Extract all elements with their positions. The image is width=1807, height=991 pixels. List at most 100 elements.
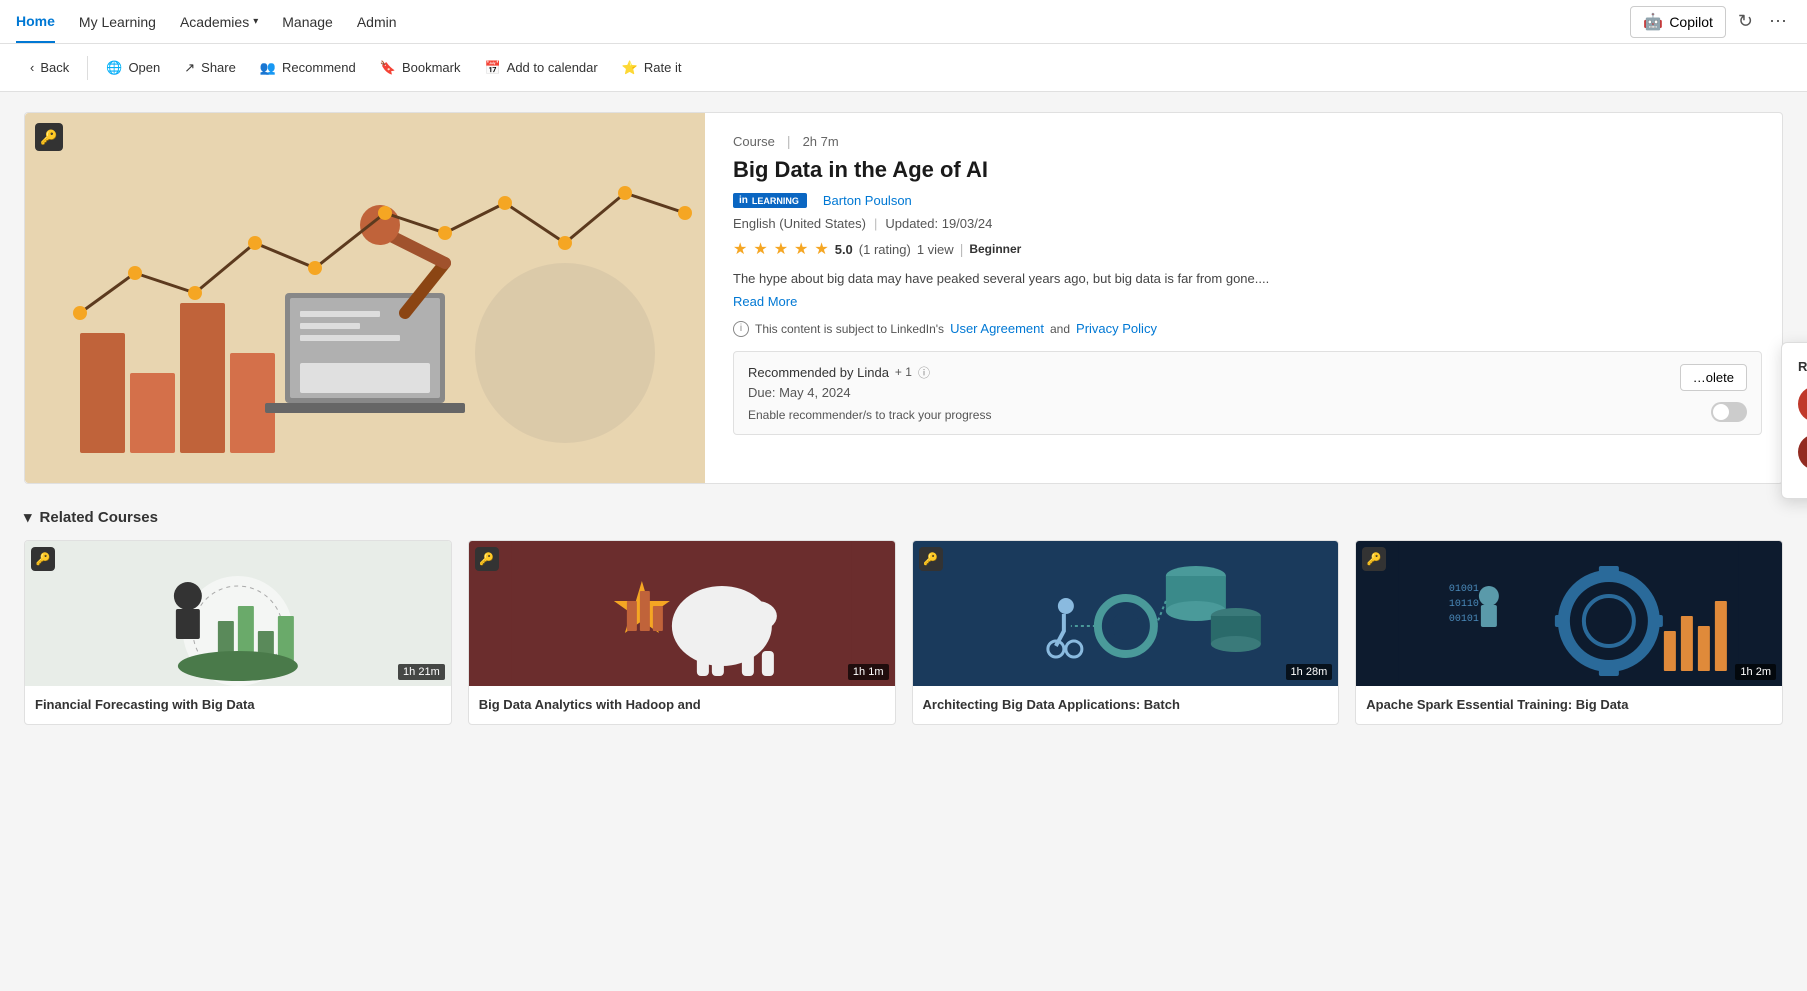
back-icon: ‹ [30,60,34,75]
key-badge: 🔑 [35,123,63,151]
card-duration-1: 1h 21m [398,664,445,680]
rec-plus-count: + 1 [895,365,912,379]
share-button[interactable]: ↗ Share [174,54,246,82]
related-courses-title: Related Courses [40,509,158,526]
svg-text:10110: 10110 [1449,599,1479,610]
rec-person-shubham: SA Shubham Due: Apr 26, 2024 [1798,434,1807,470]
info-icon: i [733,321,749,337]
card-title-3: Architecting Big Data Applications: Batc… [923,696,1329,714]
enable-tracking-text: Enable recommender/s to track your progr… [748,408,991,422]
rating-count: (1 rating) [859,242,911,257]
card-key-badge-1: 🔑 [31,547,55,571]
star-icon: ⭐ [622,60,638,76]
nav-right-actions: 🤖 Copilot ↻ ⋯ [1630,6,1791,38]
course-title: Big Data in the Age of AI [733,157,1762,183]
card-illustration-2 [469,541,895,686]
related-courses-header[interactable]: ▾ Related Courses [24,508,1783,526]
avatar-shubham: SA [1798,434,1807,470]
popup-title: Recommended by [1798,359,1807,374]
read-more-link[interactable]: Read More [733,294,797,309]
main-content: 🔑 [0,92,1807,745]
avatar-linda: LS [1798,386,1807,422]
agreement-text: This content is subject to LinkedIn's [755,322,944,336]
copilot-icon: 🤖 [1643,12,1663,32]
rating-score: 5.0 [835,242,853,257]
related-course-card-3[interactable]: 🔑 1h 28m Architecting Big Data Applicati… [912,540,1340,725]
mark-complete-button[interactable]: …olete [1680,364,1747,391]
star-1: ★ [733,239,747,259]
bookmark-icon: 🔖 [380,60,396,76]
course-info-panel: Course | 2h 7m Big Data in the Age of AI… [729,113,1782,483]
nav-manage[interactable]: Manage [282,2,333,42]
view-count: 1 view [917,242,954,257]
related-courses-section: ▾ Related Courses [24,508,1783,725]
rate-button[interactable]: ⭐ Rate it [612,54,692,82]
author-link[interactable]: Barton Poulson [823,193,912,208]
card-key-badge-3: 🔑 [919,547,943,571]
agreement-row: i This content is subject to LinkedIn's … [733,321,1762,337]
globe-icon: 🌐 [106,60,122,76]
card-illustration-1 [25,541,451,686]
privacy-policy-link[interactable]: Privacy Policy [1076,321,1157,336]
course-duration: 2h 7m [803,134,839,149]
sep: | [960,241,964,257]
card-thumb-4: 01001 10110 00101 🔑 1h 2m [1356,541,1782,686]
due-date: Due: May 4, 2024 [748,385,1747,400]
calendar-button[interactable]: 📅 Add to calendar [474,54,607,82]
svg-text:01001: 01001 [1449,584,1479,595]
card-duration-4: 1h 2m [1735,664,1776,680]
nav-links: Home My Learning Academies ▾ Manage Admi… [16,1,1630,43]
share-icon: ↗ [184,60,195,76]
more-options-button[interactable]: ⋯ [1765,7,1791,36]
card-body-3: Architecting Big Data Applications: Batc… [913,686,1339,724]
card-body-4: Apache Spark Essential Training: Big Dat… [1356,686,1782,724]
toolbar-divider-1 [87,56,88,80]
rec-info-icon[interactable]: ⓘ [918,364,930,381]
bookmark-button[interactable]: 🔖 Bookmark [370,54,471,82]
card-thumb-3: 🔑 1h 28m [913,541,1339,686]
related-course-card-2[interactable]: 🔑 1h 1m Big Data Analytics with Hadoop a… [468,540,896,725]
calendar-icon: 📅 [484,60,500,76]
course-meta: Course | 2h 7m [733,133,1762,149]
card-duration-3: 1h 28m [1286,664,1333,680]
related-course-card-1[interactable]: 🔑 1h 21m Financial Forecasting with Big … [24,540,452,725]
course-description: The hype about big data may have peaked … [733,269,1762,289]
copilot-button[interactable]: 🤖 Copilot [1630,6,1726,38]
star-2: ★ [753,239,767,259]
nav-home[interactable]: Home [16,1,55,43]
card-key-badge-2: 🔑 [475,547,499,571]
rec-person-linda: LS Linda Due: May 4, 2024 [1798,386,1807,422]
progress-row: Enable recommender/s to track your progr… [748,408,1747,422]
card-title-2: Big Data Analytics with Hadoop and [479,696,885,714]
video-thumbnail[interactable]: 🔑 [25,113,705,483]
card-body-1: Financial Forecasting with Big Data [25,686,451,724]
related-courses-grid: 🔑 1h 21m Financial Forecasting with Big … [24,540,1783,725]
card-illustration-4: 01001 10110 00101 [1356,541,1782,686]
nav-my-learning[interactable]: My Learning [79,2,156,42]
back-button[interactable]: ‹ Back [20,54,79,81]
updated-label: Updated: 19/03/24 [885,216,992,231]
nav-admin[interactable]: Admin [357,2,397,42]
recommend-button[interactable]: 👥 Recommend [250,54,366,82]
top-navigation: Home My Learning Academies ▾ Manage Admi… [0,0,1807,44]
tracking-toggle[interactable] [1711,402,1747,422]
language-row: English (United States) | Updated: 19/03… [733,216,1762,231]
star-5: ★ [814,239,828,259]
card-body-2: Big Data Analytics with Hadoop and [469,686,895,724]
nav-academies[interactable]: Academies ▾ [180,2,258,42]
and-text: and [1050,322,1070,336]
open-button[interactable]: 🌐 Open [96,54,170,82]
star-3: ★ [774,239,788,259]
card-key-badge-4: 🔑 [1362,547,1386,571]
refresh-button[interactable]: ↻ [1734,7,1757,36]
user-agreement-link[interactable]: User Agreement [950,321,1044,336]
rating-row: ★ ★ ★ ★ ★ 5.0 (1 rating) 1 view | Beginn… [733,239,1762,259]
action-toolbar: ‹ Back 🌐 Open ↗ Share 👥 Recommend 🔖 Book… [0,44,1807,92]
card-duration-2: 1h 1m [848,664,889,680]
card-title-4: Apache Spark Essential Training: Big Dat… [1366,696,1772,714]
rec-by-row: Recommended by Linda + 1 ⓘ [748,364,1747,381]
card-thumb-1: 🔑 1h 21m [25,541,451,686]
related-course-card-4[interactable]: 01001 10110 00101 🔑 1h 2m [1355,540,1783,725]
recommend-icon: 👥 [260,60,276,76]
card-thumb-2: 🔑 1h 1m [469,541,895,686]
